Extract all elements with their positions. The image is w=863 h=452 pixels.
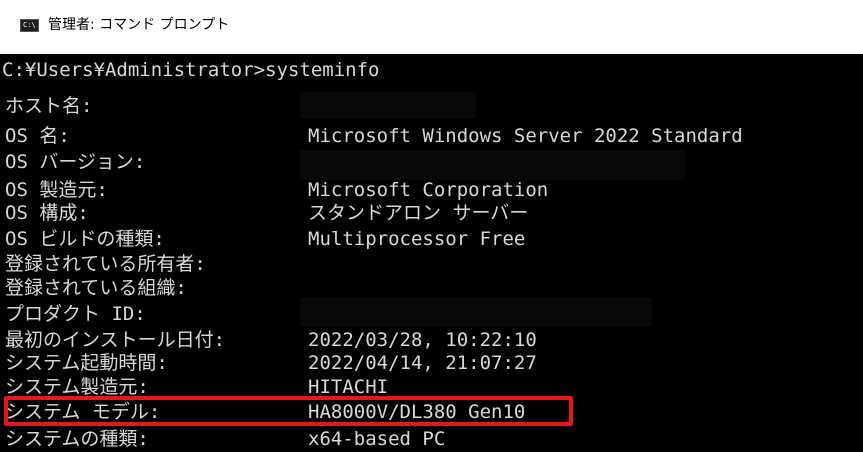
redacted-product-id xyxy=(300,298,652,326)
title-bar: C:\ 管理者: コマンド プロンプト xyxy=(0,0,863,54)
label-registered-owner: 登録されている所有者: xyxy=(5,253,206,275)
cmd-icon: C:\ xyxy=(20,19,39,32)
command-prompt-line: C:¥Users¥Administrator>systeminfo xyxy=(2,59,380,81)
label-os-name: OS 名: xyxy=(5,125,70,147)
redacted-os-version xyxy=(300,150,685,180)
label-system-type: システムの種類: xyxy=(5,428,149,450)
value-system-manufacturer: HITACHI xyxy=(308,376,389,398)
label-registered-organization: 登録されている組織: xyxy=(5,277,187,299)
label-os-build-type: OS ビルドの種類: xyxy=(5,228,165,250)
value-os-configuration: スタンドアロン サーバー xyxy=(308,202,529,224)
label-original-install-date: 最初のインストール日付: xyxy=(5,329,226,351)
label-system-manufacturer: システム製造元: xyxy=(5,376,149,398)
value-system-boot-time: 2022/04/14, 21:07:27 xyxy=(308,352,537,374)
label-os-manufacturer: OS 製造元: xyxy=(5,179,108,201)
label-product-id: プロダクト ID: xyxy=(5,303,146,325)
redacted-host-name xyxy=(300,92,476,118)
system-model-highlight-box xyxy=(4,396,573,426)
window-title: 管理者: コマンド プロンプト xyxy=(48,17,230,33)
label-os-configuration: OS 構成: xyxy=(5,202,89,224)
value-system-type: x64-based PC xyxy=(308,428,446,450)
value-original-install-date: 2022/03/28, 10:22:10 xyxy=(308,329,537,351)
value-os-name: Microsoft Windows Server 2022 Standard xyxy=(308,125,743,147)
value-os-manufacturer: Microsoft Corporation xyxy=(308,179,549,201)
value-os-build-type: Multiprocessor Free xyxy=(308,228,526,250)
label-system-boot-time: システム起動時間: xyxy=(5,352,168,374)
label-host-name: ホスト名: xyxy=(5,95,93,117)
label-os-version: OS バージョン: xyxy=(5,151,146,173)
